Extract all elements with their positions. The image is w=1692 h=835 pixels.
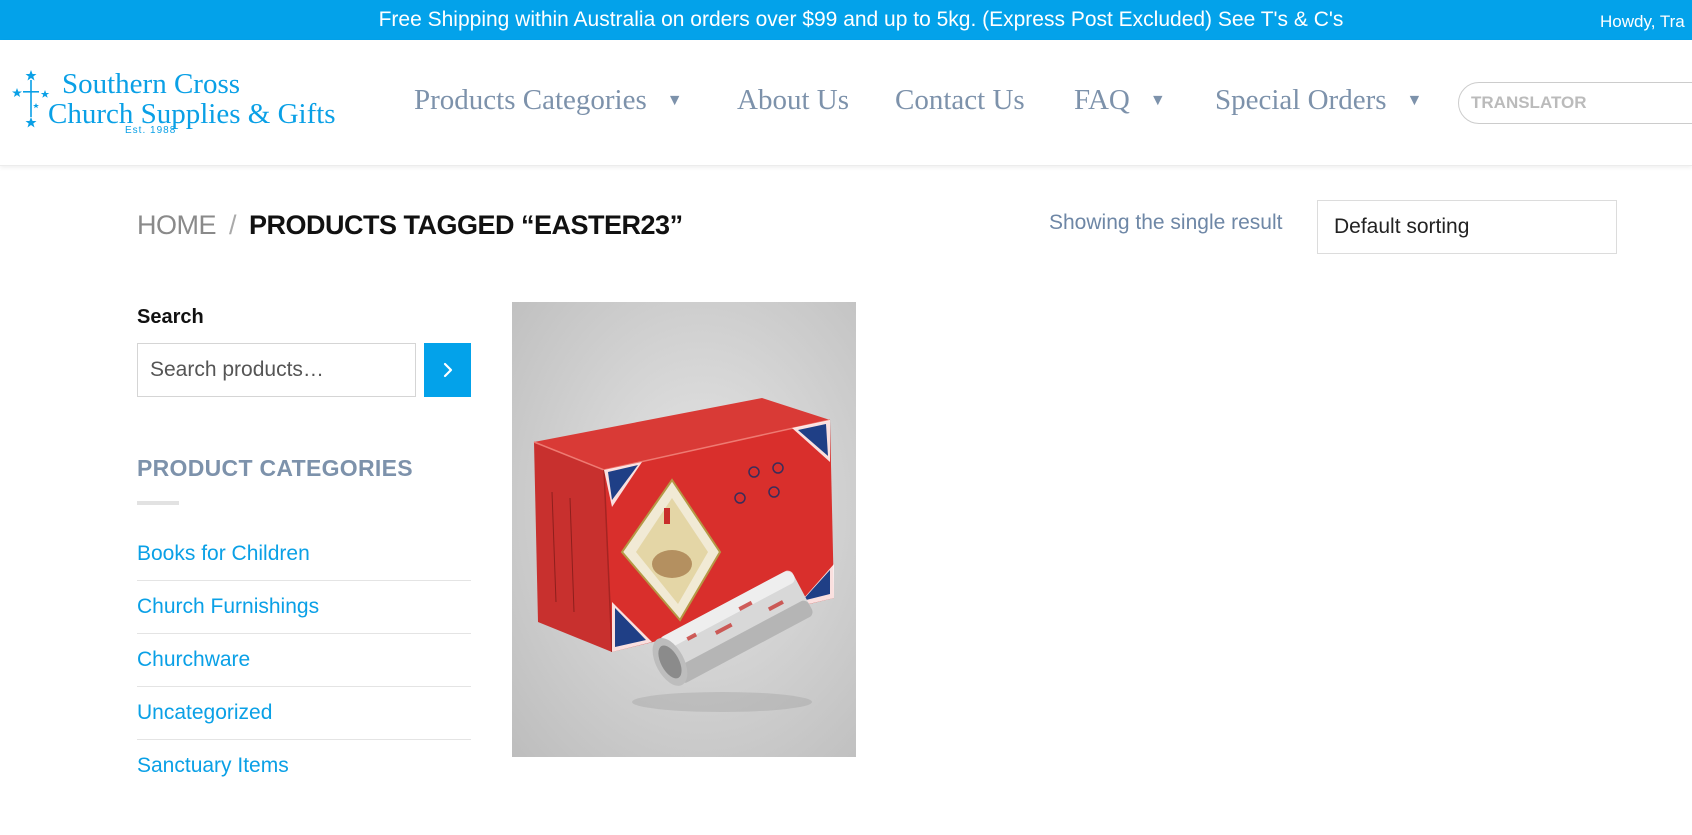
breadcrumb: HOME / PRODUCTS TAGGED “EASTER23” <box>137 210 683 241</box>
nav-label: FAQ <box>1074 84 1130 116</box>
nav-label: Contact Us <box>895 84 1025 116</box>
category-link-sanctuary-items[interactable]: Sanctuary Items <box>137 740 471 793</box>
southern-cross-icon <box>12 70 50 128</box>
chevron-right-icon <box>443 362 452 378</box>
caret-down-icon: ▼ <box>1149 92 1166 109</box>
result-count: Showing the single result <box>1049 211 1283 234</box>
product-image[interactable] <box>512 302 856 757</box>
nav-label: Special Orders <box>1215 84 1387 116</box>
nav-special-orders[interactable]: Special Orders ▼ <box>1215 84 1422 117</box>
breadcrumb-separator: / <box>229 210 237 240</box>
logo-established: Est. 1988 <box>125 125 177 136</box>
heading-divider <box>137 501 179 505</box>
category-link-churchware[interactable]: Churchware <box>137 634 471 687</box>
caret-down-icon: ▼ <box>1406 92 1423 109</box>
search-heading: Search <box>137 306 204 328</box>
nav-label: Products Categories <box>414 84 647 116</box>
category-list: Books for Children Church Furnishings Ch… <box>137 528 471 793</box>
nav-faq[interactable]: FAQ ▼ <box>1074 84 1166 117</box>
site-logo[interactable]: Southern Cross Church Supplies & Gifts E… <box>12 68 352 138</box>
search-input[interactable] <box>137 343 416 397</box>
site-header: Southern Cross Church Supplies & Gifts E… <box>0 40 1692 166</box>
search-submit-button[interactable] <box>424 343 471 397</box>
caret-down-icon: ▼ <box>666 92 683 109</box>
logo-line-1: Southern Cross <box>62 68 241 100</box>
charcoal-box-image <box>533 398 834 712</box>
top-promo-bar: Free Shipping within Australia on orders… <box>0 0 1692 40</box>
category-link-uncategorized[interactable]: Uncategorized <box>137 687 471 740</box>
logo-line-2: Church Supplies & Gifts <box>48 98 336 130</box>
nav-about-us[interactable]: About Us <box>737 84 849 117</box>
sort-dropdown[interactable]: Default sorting <box>1317 200 1617 254</box>
breadcrumb-home-link[interactable]: HOME <box>137 210 217 240</box>
free-shipping-banner[interactable]: Free Shipping within Australia on orders… <box>0 0 1692 40</box>
account-greeting[interactable]: Howdy, Tra <box>1600 0 1692 40</box>
translator-dropdown[interactable]: TRANSLATOR <box>1458 82 1692 124</box>
nav-label: About Us <box>737 84 849 116</box>
category-link-books-for-children[interactable]: Books for Children <box>137 528 471 581</box>
category-link-church-furnishings[interactable]: Church Furnishings <box>137 581 471 634</box>
nav-contact-us[interactable]: Contact Us <box>895 84 1025 117</box>
product-categories-heading: PRODUCT CATEGORIES <box>137 455 413 481</box>
nav-products-categories[interactable]: Products Categories ▼ <box>414 84 683 117</box>
page-title: PRODUCTS TAGGED “EASTER23” <box>249 210 683 240</box>
